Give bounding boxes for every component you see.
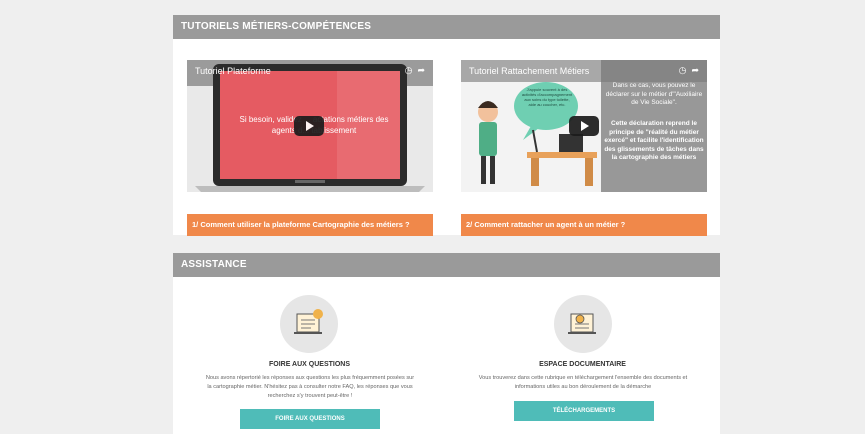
speech-bubble-text: J'appuie souvent à des activités d'accom… [521,87,573,107]
video-title: Tutoriel Rattachement Métiers [469,66,590,76]
docs-title: ESPACE DOCUMENTAIRE [539,361,626,368]
tutorials-heading: TUTORIELS MÉTIERS-COMPÉTENCES [173,15,720,39]
faq-icon-circle [280,295,338,353]
video-caption-link[interactable]: 1/ Comment utiliser la plateforme Cartog… [187,214,433,236]
play-button[interactable] [569,116,599,136]
assistance-heading: ASSISTANCE [173,253,720,277]
video-side-text-2: Cette déclaration reprend le principe de… [604,120,704,161]
share-icon[interactable]: ➦ [417,65,425,75]
assistance-panel: ASSISTANCE FOIRE AUX QUESTIONS Nous avon… [173,253,720,434]
share-icon[interactable]: ➦ [691,65,699,75]
document-search-icon [568,313,596,334]
clock-icon[interactable]: ◷ [679,65,687,75]
tutorials-panel: TUTORIELS MÉTIERS-COMPÉTENCES Tutoriel P… [173,15,720,236]
faq-description: Nous avons répertorié les réponses aux q… [205,375,415,399]
clock-icon[interactable]: ◷ [405,65,413,75]
video-player-platform[interactable]: Tutoriel Plateforme ◷ ➦ Si besoin, valid… [187,60,433,192]
downloads-button[interactable]: TÉLÉCHARGEMENTS [514,401,654,421]
video-title: Tutoriel Plateforme [195,66,271,76]
document-question-icon [294,309,323,334]
docs-icon-circle [554,295,612,353]
video-side-text-1: Dans ce cas, vous pouvez le déclarer sur… [605,82,703,106]
docs-description: Vous trouverez dans cette rubrique en té… [478,375,688,390]
video-actions: ◷ ➦ [405,65,425,76]
video-actions: ◷ ➦ [679,65,699,76]
video-player-rattachement[interactable]: Tutoriel Rattachement Métiers ◷ ➦ J'appu… [461,60,707,192]
faq-title: FOIRE AUX QUESTIONS [268,361,351,368]
play-button[interactable] [294,116,324,136]
video-caption-link[interactable]: 2/ Comment rattacher un agent à un métie… [461,214,707,236]
faq-button[interactable]: FOIRE AUX QUESTIONS [240,409,380,429]
